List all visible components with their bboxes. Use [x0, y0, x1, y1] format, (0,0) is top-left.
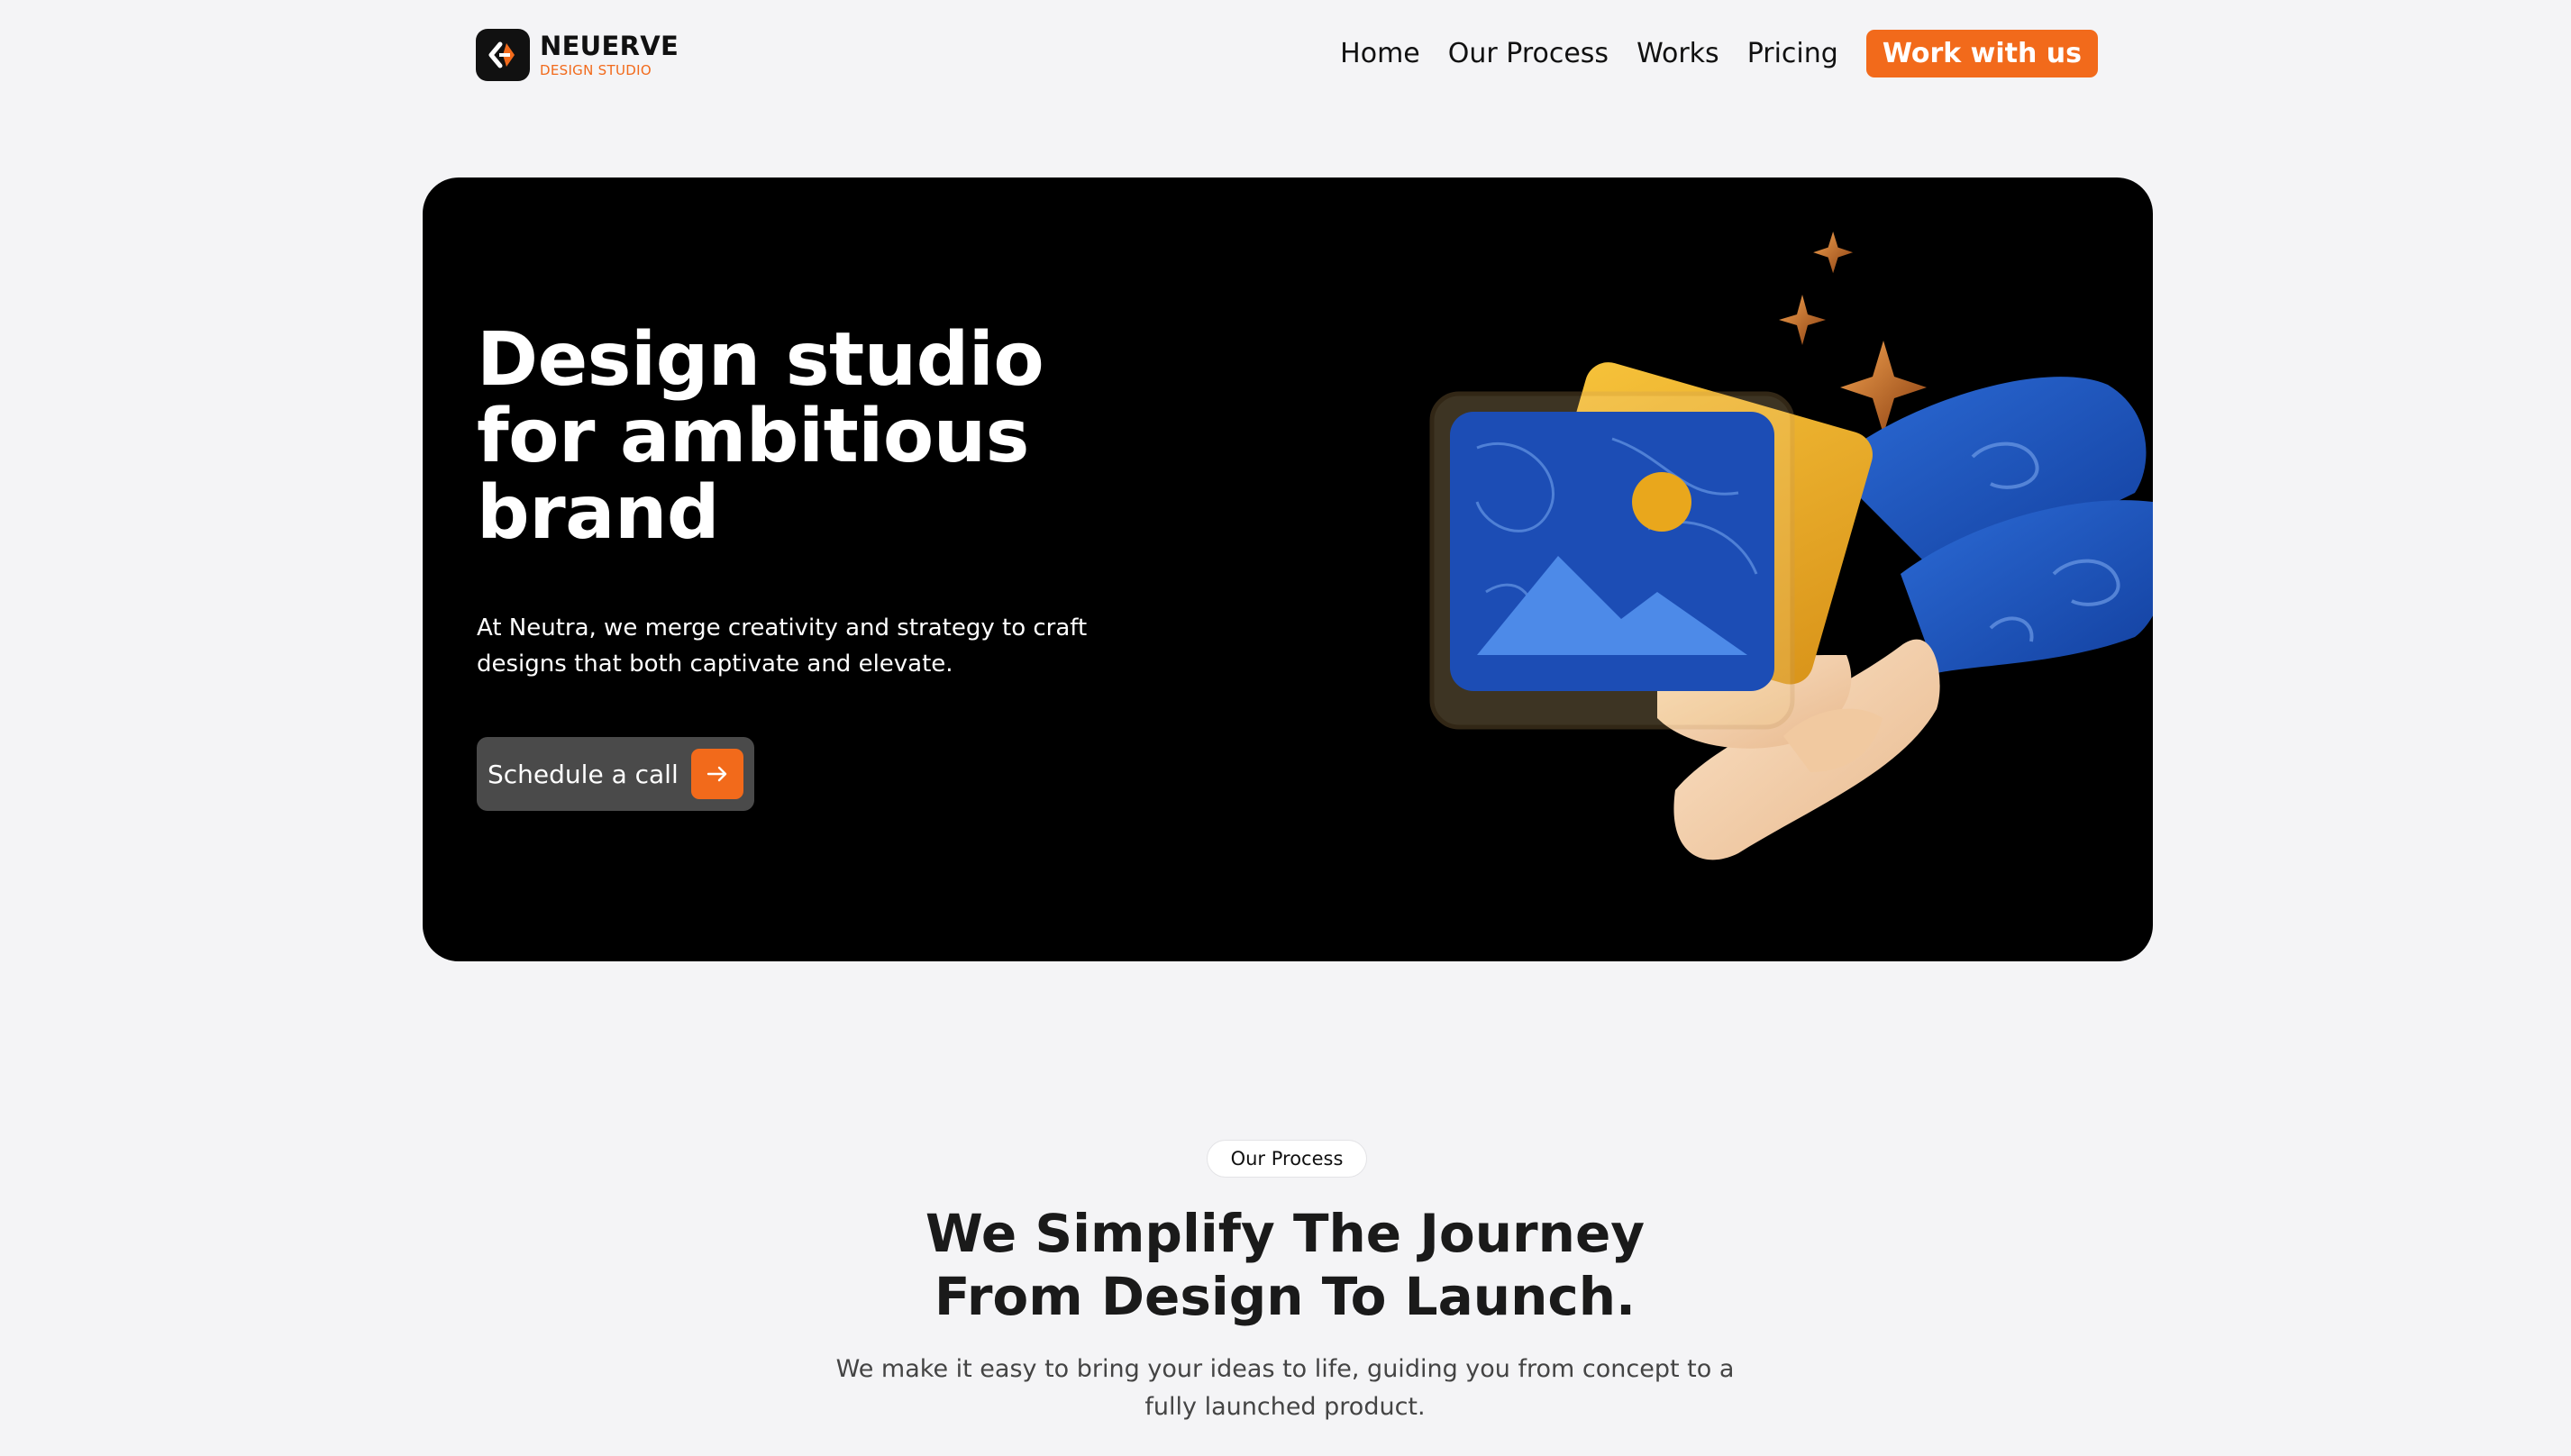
- nav-link-home[interactable]: Home: [1340, 38, 1420, 69]
- hero-description: At Neutra, we merge creativity and strat…: [477, 614, 1088, 678]
- nav-links: Home Our Process Works Pricing Work with…: [1340, 30, 2098, 77]
- hand-holding-image-icon: [1429, 232, 2153, 860]
- process-title: We Simplify The Journey From Design To L…: [834, 1202, 1736, 1328]
- nav-link-works[interactable]: Works: [1637, 38, 1719, 69]
- logo-tagline: DESIGN STUDIO: [540, 61, 652, 78]
- process-description: We make it easy to bring your ideas to l…: [835, 1355, 1735, 1421]
- schedule-call-label: Schedule a call: [488, 759, 679, 789]
- hero-section: Design studio for ambitious brand At Neu…: [423, 177, 2153, 961]
- process-title-line: From Design To Launch.: [934, 1266, 1637, 1327]
- arrow-right-icon: [691, 749, 743, 799]
- work-with-us-button[interactable]: Work with us: [1865, 30, 2098, 77]
- hero-title-line: for ambitious: [477, 394, 1029, 479]
- nav-link-our-process[interactable]: Our Process: [1448, 38, 1609, 69]
- hero-title: Design studio for ambitious brand: [477, 322, 1108, 551]
- hero-title-line: brand: [477, 470, 720, 556]
- section-pill-label: Our Process: [1207, 1140, 1367, 1178]
- logo-mark-icon: [476, 29, 530, 81]
- nav-link-pricing[interactable]: Pricing: [1747, 38, 1838, 69]
- top-navigation: NEUERVE DESIGN STUDIO Home Our Process W…: [0, 0, 2571, 112]
- schedule-call-button[interactable]: Schedule a call: [477, 737, 754, 811]
- logo-name: NEUERVE: [540, 30, 679, 61]
- hero-title-line: Design studio: [477, 317, 1044, 403]
- process-title-line: We Simplify The Journey: [925, 1203, 1646, 1264]
- brand-logo[interactable]: NEUERVE DESIGN STUDIO: [476, 29, 679, 81]
